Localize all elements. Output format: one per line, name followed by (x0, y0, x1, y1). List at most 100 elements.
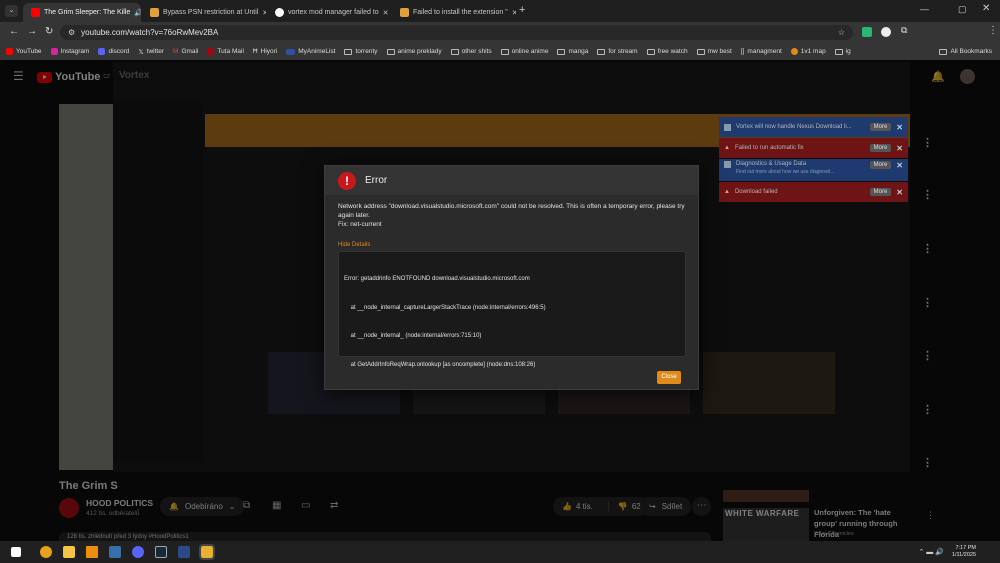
more-button[interactable]: More (869, 144, 892, 152)
extension-icon[interactable] (881, 27, 891, 37)
mal-icon (286, 48, 296, 55)
notification-diagnostics[interactable]: Diagnostics & Usage Data Find out more a… (719, 159, 908, 181)
bookmark-hiyori[interactable]: Ħ Hiyori (253, 48, 277, 55)
tab-title: The Grim Sleeper: The Kille (44, 9, 131, 16)
bookmark-folder[interactable]: mw best (696, 48, 732, 55)
back-icon[interactable]: ← (9, 26, 19, 37)
tab-close-icon[interactable]: ✕ (262, 9, 266, 17)
reload-icon[interactable]: ↻ (45, 26, 53, 37)
bookmark-gmail[interactable]: M Gmail (173, 48, 198, 55)
notification-text: Vortex will now handle Nexus Download li… (736, 124, 852, 130)
more-button[interactable]: More (869, 123, 892, 131)
close-button[interactable]: Close (657, 371, 681, 384)
notification-download-failed[interactable]: ▲ Download failed More ✕ (719, 182, 908, 202)
steam-icon[interactable] (155, 546, 167, 558)
tab-psn[interactable]: Bypass PSN restriction at Until ✕ (142, 3, 266, 22)
notification-auto-fix[interactable]: ▲ Failed to run automatic fix More ✕ (719, 138, 908, 158)
bookmark-label: manga (568, 48, 589, 55)
dialog-message: Network address "download.visualstudio.m… (338, 202, 688, 229)
tuta-icon (207, 48, 215, 55)
vlc-icon[interactable] (86, 546, 98, 558)
clock-time: 7:17 PM (955, 545, 976, 551)
address-bar[interactable]: ⚙ youtube.com/watch?v=76oRwMev2BA ☆ (60, 25, 853, 40)
bookmark-managment[interactable]: [] managment (741, 48, 782, 55)
bookmark-label: other shits (461, 48, 492, 55)
tab-youtube[interactable]: The Grim Sleeper: The Kille 🔊 ✕ (23, 3, 141, 22)
warning-icon: ▲ (724, 145, 730, 151)
bookmark-label: MyAnimeList (298, 48, 336, 55)
forward-icon[interactable]: → (27, 26, 37, 37)
audio-icon[interactable]: 🔊 (134, 9, 141, 17)
app-icon[interactable] (178, 546, 190, 558)
bookmark-label: YouTube (16, 48, 42, 55)
tab-close-icon[interactable]: ✕ (383, 9, 389, 17)
bookmark-favicon-icon (400, 8, 409, 17)
dismiss-icon[interactable]: ✕ (896, 144, 903, 153)
tab-close-icon[interactable]: ✕ (512, 9, 516, 17)
bookmark-myanimelist[interactable]: MyAnimeList (286, 48, 335, 55)
dismiss-icon[interactable]: ✕ (896, 161, 903, 170)
bookmark-1v1map[interactable]: 1v1 map (790, 48, 826, 55)
bookmark-discord[interactable]: discord (98, 48, 129, 55)
bookmark-label: free watch (657, 48, 688, 55)
folder-icon (834, 48, 843, 55)
hide-details-link[interactable]: Hide Details (338, 242, 370, 248)
bookmark-label: ig (845, 48, 851, 55)
more-button[interactable]: More (869, 188, 892, 196)
window-close-button[interactable]: ✕ (982, 3, 990, 14)
all-bookmarks[interactable]: All Bookmarks (939, 48, 992, 55)
map-icon (790, 48, 798, 55)
bookmark-instagram[interactable]: Instagram (50, 48, 89, 55)
vortex-icon[interactable] (199, 544, 215, 560)
dialog-header: ! Error (325, 166, 698, 195)
notification-nexus[interactable]: Vortex will now handle Nexus Download li… (719, 117, 908, 137)
bookmark-folder[interactable]: ig (834, 48, 851, 55)
bookmark-tutamail[interactable]: Tuta Mail (207, 48, 244, 55)
notification-text: Diagnostics & Usage Data (736, 161, 807, 167)
folder-icon (344, 48, 353, 55)
tab-vortex-search[interactable]: vortex mod manager failed to ✕ (267, 3, 391, 22)
extension-icon[interactable] (862, 27, 872, 37)
maximize-button[interactable]: ▢ (958, 4, 967, 15)
bookmark-folder[interactable]: manga (557, 48, 588, 55)
bookmark-folder[interactable]: torrenty (344, 48, 378, 55)
minimize-button[interactable]: — (920, 4, 929, 14)
url-text: youtube.com/watch?v=76oRwMev2BA (81, 28, 219, 37)
bookmark-label: for stream (608, 48, 638, 55)
dismiss-icon[interactable]: ✕ (896, 188, 903, 197)
bookmark-folder[interactable]: other shits (450, 48, 492, 55)
media-icon[interactable] (109, 546, 121, 558)
bookmark-label: managment (747, 48, 782, 55)
tab-extension[interactable]: Failed to install the extension " ✕ (392, 3, 516, 22)
menu-dots-icon[interactable]: ⋮ (988, 25, 998, 36)
chrome-icon[interactable] (40, 546, 52, 558)
bookmark-twitter[interactable]: 𝕏twitter (138, 48, 164, 56)
bookmark-folder[interactable]: for stream (597, 48, 638, 55)
bookmark-label: mw best (707, 48, 732, 55)
windows-start-icon[interactable] (11, 547, 21, 557)
tab-title: Failed to install the extension " (413, 9, 508, 16)
tray-icons[interactable]: ⌃ ▬ 🔊 (918, 548, 943, 556)
discord-icon (98, 48, 106, 55)
bookmark-label: twitter (146, 48, 165, 55)
discord-icon[interactable] (132, 546, 144, 558)
clock[interactable]: 7:17 PM 1/11/2025 (952, 545, 976, 559)
file-explorer-icon[interactable] (63, 546, 75, 558)
folder-icon (939, 48, 948, 55)
bookmark-folder[interactable]: online anime (500, 48, 548, 55)
folder-icon (500, 48, 509, 55)
bookmark-youtube[interactable]: YouTube (6, 48, 42, 55)
site-info-icon[interactable]: ⚙ (68, 28, 75, 37)
info-icon (724, 161, 731, 168)
bookmark-label: 1v1 map (800, 48, 826, 55)
bookmark-label: torrenty (355, 48, 378, 55)
tab-search-button[interactable]: ⌄ (5, 5, 18, 17)
more-button[interactable]: More (869, 161, 892, 169)
bookmark-label: discord (108, 48, 130, 55)
star-icon[interactable]: ☆ (838, 28, 845, 37)
dismiss-icon[interactable]: ✕ (896, 123, 903, 132)
bookmark-folder[interactable]: anime preklady (386, 48, 442, 55)
puzzle-icon[interactable]: ⧉ (901, 25, 907, 36)
bookmark-folder[interactable]: free watch (646, 48, 688, 55)
new-tab-button[interactable]: + (519, 4, 525, 16)
